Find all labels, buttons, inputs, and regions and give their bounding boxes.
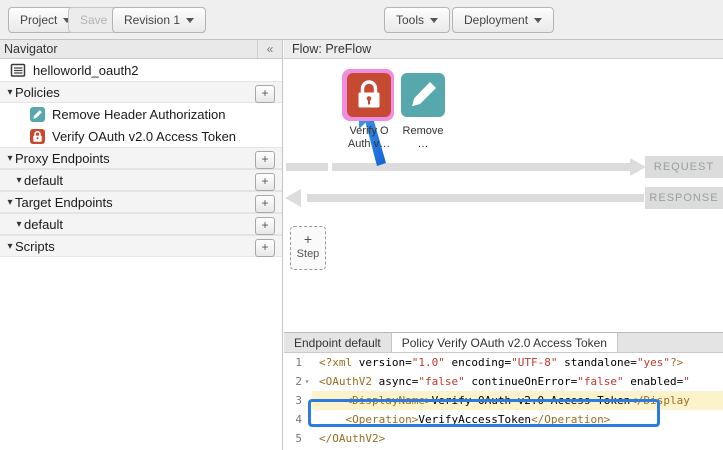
add-button[interactable]: + — [255, 239, 275, 257]
add-button[interactable]: + — [255, 173, 275, 191]
add-button[interactable]: + — [255, 151, 275, 169]
label: Verify OAuth v2.0 Access Token — [52, 129, 236, 144]
code-line: 3 <DisplayName>Verify OAuth v2.0 Access … — [284, 391, 723, 410]
tab-policy-verify-oauth-v2-0-access-token[interactable]: Policy Verify OAuth v2.0 Access Token — [392, 333, 618, 352]
add-button[interactable]: + — [255, 217, 275, 235]
fold-caret-icon: ▾ — [302, 372, 312, 391]
sidebar-section-default[interactable]: ▾ + default — [0, 169, 282, 191]
add-step-button[interactable]: + Step — [290, 226, 326, 270]
collapse-panel-icon[interactable]: « — [257, 40, 282, 58]
xml-code-editor[interactable]: 1 <?xml version="1.0" encoding="UTF-8" st… — [284, 353, 723, 450]
response-arrowhead-icon — [285, 189, 301, 207]
caret-down-icon: ▾ — [5, 197, 15, 208]
toolbar: Project Save Revision 1 Tools Deployment — [0, 0, 723, 40]
sidebar-section-proxy-endpoints[interactable]: ▾ + Proxy Endpoints — [0, 147, 282, 169]
flow-policy-label: Remove… — [373, 125, 473, 151]
pencil-icon — [401, 73, 445, 117]
sidebar-section-default[interactable]: ▾ + default — [0, 213, 282, 235]
code-text: <Operation>VerifyAccessToken</Operation> — [312, 410, 723, 429]
flow-pane-title: Flow: PreFlow — [284, 40, 723, 59]
label: Scripts — [15, 239, 55, 254]
line-number: 3 — [284, 391, 302, 410]
revision-menu-label: Revision 1 — [124, 13, 180, 27]
editor-tab-bar: Endpoint defaultPolicy Verify OAuth v2.0… — [284, 333, 723, 353]
request-arrowhead-icon — [630, 158, 646, 176]
sidebar-section-target-endpoints[interactable]: ▾ + Target Endpoints — [0, 191, 282, 213]
navigator-tree: helloworld_oauth2 ▾ + Policies Remove Header… — [0, 59, 282, 257]
sidebar-item-helloworld-oauth2[interactable]: helloworld_oauth2 — [0, 59, 282, 81]
lock-icon — [30, 129, 45, 144]
response-band-label: RESPONSE — [645, 187, 723, 209]
code-line: 1 <?xml version="1.0" encoding="UTF-8" st… — [284, 353, 723, 372]
deployment-menu-button[interactable]: Deployment — [452, 7, 554, 33]
label: Remove Header Authorization — [52, 107, 225, 122]
label: Policies — [15, 85, 60, 100]
line-number: 2 — [284, 372, 302, 391]
tools-menu-button[interactable]: Tools — [384, 7, 450, 33]
fold-gutter — [302, 353, 312, 372]
navigator-header: Navigator « — [0, 40, 282, 59]
caret-down-icon: ▾ — [14, 219, 24, 230]
navigator-panel: Navigator « helloworld_oauth2 ▾ + Policies R… — [0, 40, 283, 450]
deployment-menu-label: Deployment — [464, 13, 528, 27]
bundle-icon — [10, 62, 26, 78]
tools-menu-label: Tools — [396, 13, 424, 27]
caret-down-icon: ▾ — [5, 241, 15, 252]
line-number: 4 — [284, 410, 302, 429]
label: default — [24, 217, 63, 232]
label: default — [24, 173, 63, 188]
code-line: 2▾<OAuthV2 async="false" continueOnError… — [284, 372, 723, 391]
code-text: <?xml version="1.0" encoding="UTF-8" sta… — [312, 353, 723, 372]
lock-icon — [347, 73, 391, 117]
code-line: 4 <Operation>VerifyAccessToken</Operatio… — [284, 410, 723, 429]
navigator-title: Navigator — [0, 42, 257, 56]
sidebar-item-verify-oauth-v2-0-access-token[interactable]: Verify OAuth v2.0 Access Token — [0, 125, 282, 147]
flow-policy-pencil[interactable] — [401, 73, 445, 117]
add-step-label: Step — [291, 248, 325, 260]
label: Proxy Endpoints — [15, 151, 110, 166]
chevron-down-icon — [186, 18, 194, 23]
line-number: 1 — [284, 353, 302, 372]
add-button[interactable]: + — [255, 195, 275, 213]
label: Target Endpoints — [15, 195, 113, 210]
label: helloworld_oauth2 — [33, 63, 139, 78]
request-band-stub — [286, 163, 328, 171]
add-button[interactable]: + — [255, 85, 275, 103]
request-band-label: REQUEST — [645, 156, 723, 178]
code-text: <OAuthV2 async="false" continueOnError="… — [312, 372, 723, 391]
flow-pane: Flow: PreFlow REQUEST RESPONSE + Step — [284, 40, 723, 332]
fold-gutter — [302, 391, 312, 410]
tab-endpoint-default[interactable]: Endpoint default — [284, 333, 392, 352]
caret-down-icon: ▾ — [14, 175, 24, 186]
fold-gutter — [302, 429, 312, 448]
flow-canvas: REQUEST RESPONSE + Step Verify OAuth v — [284, 59, 723, 332]
pencil-icon — [30, 107, 45, 122]
code-line: 5 </OAuthV2> — [284, 429, 723, 448]
revision-menu-button[interactable]: Revision 1 — [112, 7, 206, 33]
save-button-label: Save — [80, 13, 107, 27]
line-number: 5 — [284, 429, 302, 448]
code-editor-pane: Endpoint defaultPolicy Verify OAuth v2.0… — [284, 332, 723, 450]
plus-icon: + — [291, 230, 325, 248]
project-menu-label: Project — [20, 13, 57, 27]
fold-gutter — [302, 410, 312, 429]
sidebar-item-remove-header-authorization[interactable]: Remove Header Authorization — [0, 103, 282, 125]
caret-down-icon: ▾ — [5, 153, 15, 164]
chevron-down-icon — [534, 18, 542, 23]
chevron-down-icon — [430, 18, 438, 23]
caret-down-icon: ▾ — [5, 87, 15, 98]
response-band-bar — [307, 194, 644, 202]
code-text: <DisplayName>Verify OAuth v2.0 Access To… — [312, 391, 723, 410]
apigee-proxy-editor: Project Save Revision 1 Tools Deployment… — [0, 0, 723, 450]
code-text: </OAuthV2> — [312, 429, 723, 448]
sidebar-section-policies[interactable]: ▾ + Policies — [0, 81, 282, 103]
flow-policy-lock[interactable] — [347, 73, 391, 117]
sidebar-section-scripts[interactable]: ▾ + Scripts — [0, 235, 282, 257]
